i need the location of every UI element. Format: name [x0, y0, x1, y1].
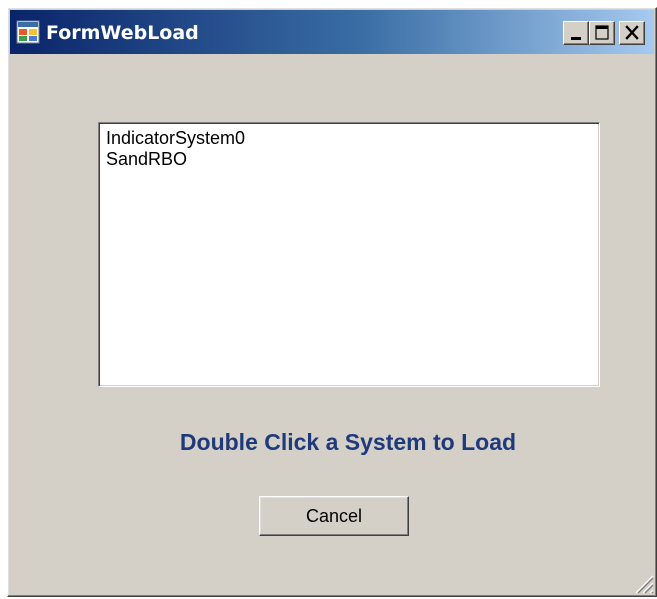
minimize-icon: [571, 37, 581, 40]
systems-listbox[interactable]: IndicatorSystem0 SandRBO: [98, 122, 600, 387]
window-title: FormWebLoad: [46, 22, 199, 44]
close-button[interactable]: [619, 21, 645, 45]
list-item[interactable]: IndicatorSystem0: [104, 128, 594, 149]
form-window: FormWebLoad IndicatorSystem0 SandRBO Dou…: [7, 7, 657, 597]
app-icon[interactable]: [16, 20, 40, 44]
maximize-icon: [595, 25, 609, 40]
cancel-button[interactable]: Cancel: [259, 496, 409, 536]
title-bar[interactable]: FormWebLoad: [10, 10, 654, 54]
resize-grip-icon[interactable]: [628, 568, 654, 594]
close-icon: [625, 25, 639, 40]
instruction-label: Double Click a System to Load: [179, 429, 517, 455]
list-item[interactable]: SandRBO: [104, 149, 594, 170]
minimize-button[interactable]: [563, 21, 589, 45]
maximize-button[interactable]: [589, 21, 615, 45]
